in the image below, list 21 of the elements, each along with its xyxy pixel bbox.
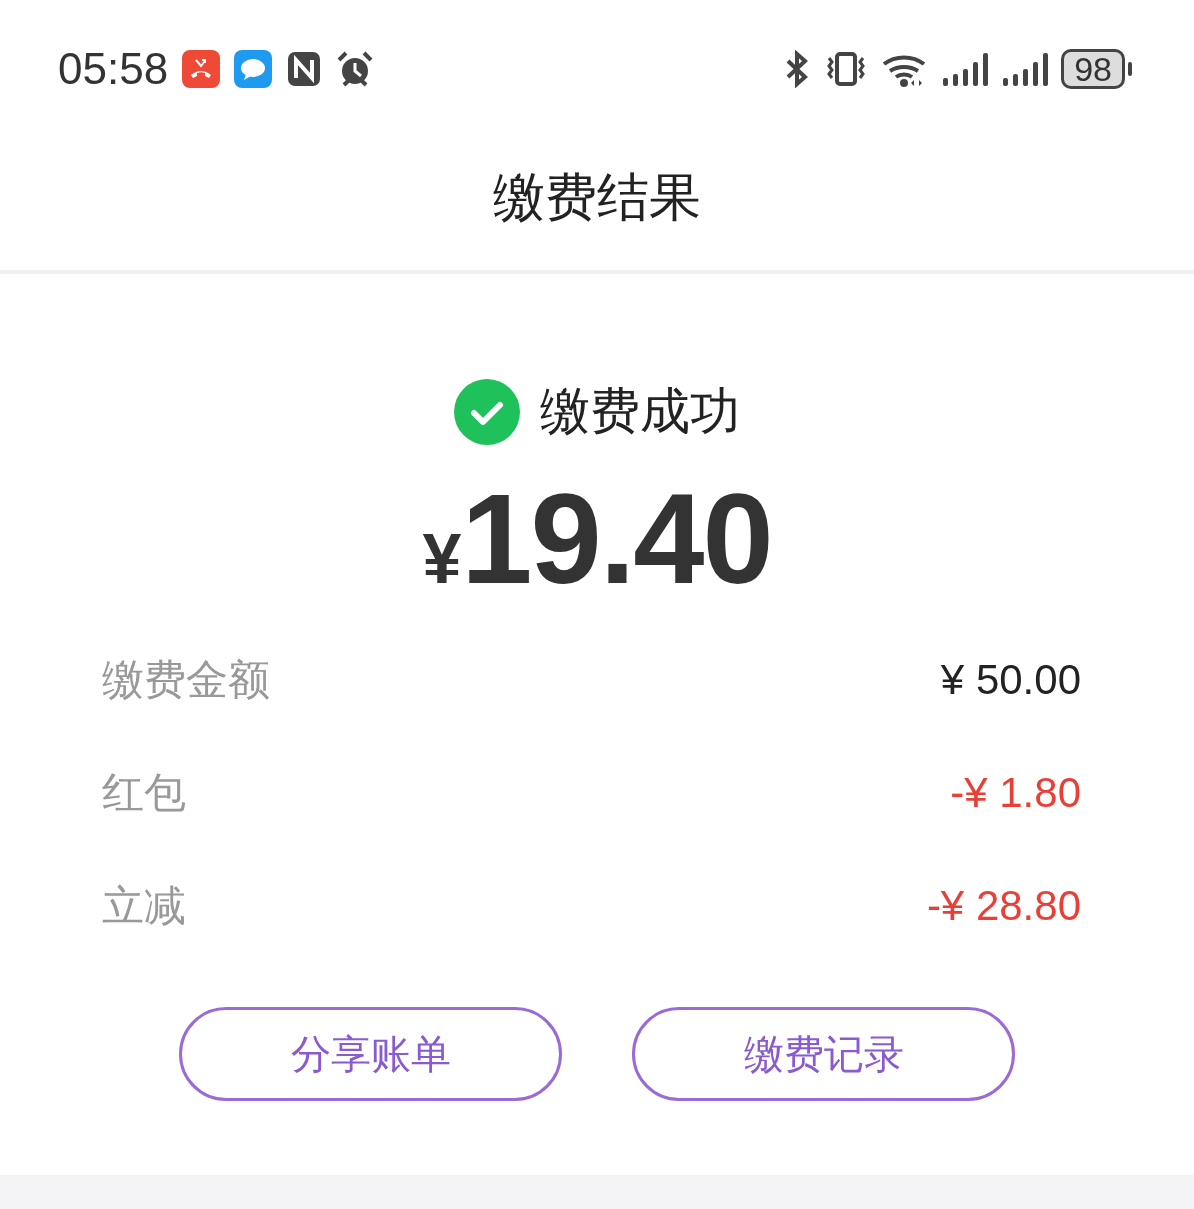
clock-time: 05:58 <box>58 44 169 94</box>
detail-value: -¥ 28.80 <box>926 881 1081 930</box>
detail-value: -¥ 1.80 <box>950 768 1081 817</box>
action-button[interactable]: 分享账单 <box>179 1007 562 1101</box>
battery-percent: 98 <box>1074 52 1112 86</box>
nfc-icon <box>286 50 323 88</box>
currency-symbol: ¥ <box>422 519 462 599</box>
page-title: 缴费结果 <box>493 166 701 229</box>
detail-label: 缴费金额 <box>102 653 270 706</box>
payment-status: 缴费成功 <box>540 381 740 442</box>
action-button[interactable]: 缴费记录 <box>632 1007 1015 1101</box>
paid-amount: 19.40 <box>461 466 772 612</box>
success-check-icon <box>454 378 520 445</box>
signal-icon <box>941 50 990 88</box>
detail-label: 红包 <box>102 766 186 819</box>
alarm-clock-icon <box>336 50 375 88</box>
message-icon <box>234 50 273 88</box>
detail-label: 立减 <box>102 879 186 932</box>
detail-value: ¥ 50.00 <box>940 655 1081 704</box>
signal-icon <box>1001 50 1050 88</box>
missed-call-icon <box>182 50 221 88</box>
